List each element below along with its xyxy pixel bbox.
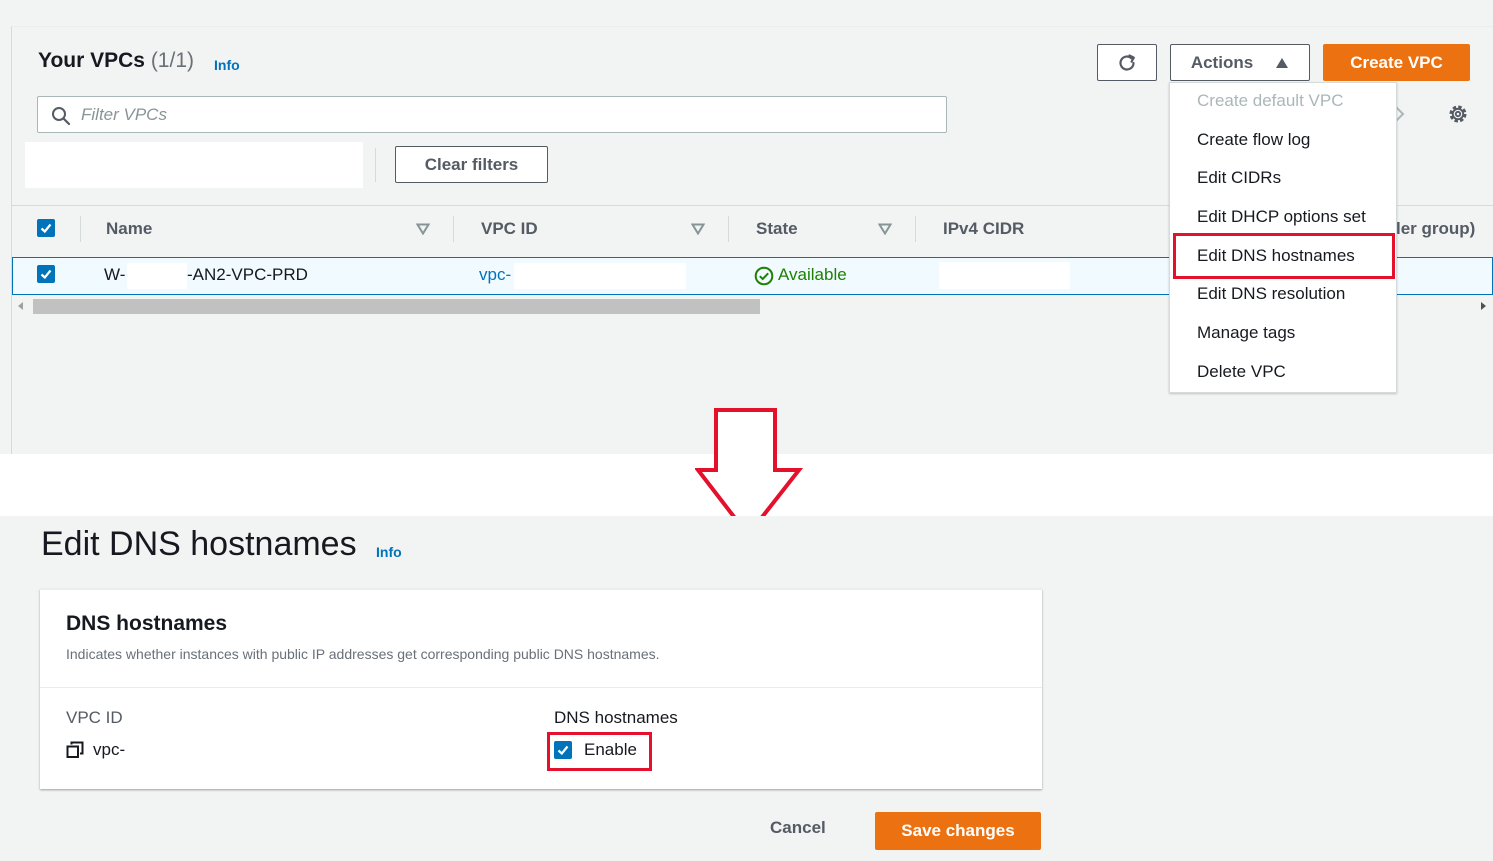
column-header-partial[interactable]: ler group) xyxy=(1396,219,1475,239)
menu-item-delete-vpc[interactable]: Delete VPC xyxy=(1197,362,1286,382)
copy-icon[interactable] xyxy=(66,741,84,759)
row-vpc-id-link[interactable]: vpc- xyxy=(479,265,511,285)
gear-icon[interactable] xyxy=(1447,103,1469,125)
column-divider xyxy=(915,216,916,242)
redacted-area xyxy=(514,263,686,289)
highlight-box xyxy=(547,732,652,771)
edit-page-title: Edit DNS hostnames xyxy=(41,525,357,563)
row-checkbox[interactable] xyxy=(37,265,55,283)
row-name-prefix: W- xyxy=(104,265,126,284)
filter-input[interactable]: Filter VPCs xyxy=(37,96,947,133)
column-header-vpc-id[interactable]: VPC ID xyxy=(481,219,538,239)
menu-item-manage-tags[interactable]: Manage tags xyxy=(1197,323,1295,343)
card-title: DNS hostnames xyxy=(66,612,228,635)
menu-item-create-default-vpc[interactable]: Create default VPC xyxy=(1197,91,1343,111)
column-header-name[interactable]: Name xyxy=(106,219,152,239)
row-name-suffix: -AN2-VPC-PRD xyxy=(187,265,308,284)
redacted-area xyxy=(127,263,187,289)
check-circle-icon xyxy=(754,266,774,286)
select-all-checkbox[interactable] xyxy=(37,219,55,237)
column-header-state[interactable]: State xyxy=(756,219,798,239)
checkmark-icon xyxy=(40,223,52,234)
sort-icon[interactable] xyxy=(416,223,430,235)
scroll-left-icon[interactable] xyxy=(17,301,25,311)
caret-up-icon xyxy=(1276,57,1289,68)
vpc-count: (1/1) xyxy=(150,49,194,72)
card-divider xyxy=(40,687,1042,688)
actions-button[interactable]: Actions xyxy=(1170,44,1310,81)
search-icon xyxy=(52,107,71,126)
info-link[interactable]: Info xyxy=(214,57,240,73)
checkmark-icon xyxy=(40,269,52,280)
filter-placeholder: Filter VPCs xyxy=(81,105,167,124)
redacted-area xyxy=(25,142,363,188)
card-description: Indicates whether instances with public … xyxy=(66,646,660,662)
column-divider xyxy=(80,216,81,242)
cancel-button[interactable]: Cancel xyxy=(770,818,826,838)
column-divider xyxy=(453,216,454,242)
menu-item-edit-cidrs[interactable]: Edit CIDRs xyxy=(1197,168,1281,188)
redacted-area xyxy=(939,262,1070,289)
vpc-id-label: VPC ID xyxy=(66,708,123,727)
refresh-icon xyxy=(1119,53,1135,71)
clear-filters-button[interactable]: Clear filters xyxy=(395,146,548,183)
row-state: Available xyxy=(778,265,847,284)
menu-item-create-flow-log[interactable]: Create flow log xyxy=(1197,130,1310,150)
info-link[interactable]: Info xyxy=(376,544,402,560)
column-header-ipv4-cidr[interactable]: IPv4 CIDR xyxy=(943,219,1024,239)
column-divider xyxy=(728,216,729,242)
vpc-id-value: vpc- xyxy=(93,740,126,759)
sort-icon[interactable] xyxy=(878,223,892,235)
divider xyxy=(375,148,376,182)
page-title-text: Your VPCs xyxy=(38,49,145,72)
menu-item-edit-dhcp-options-set[interactable]: Edit DHCP options set xyxy=(1197,207,1366,227)
dns-hostnames-label: DNS hostnames xyxy=(554,708,678,727)
sort-icon[interactable] xyxy=(691,223,705,235)
save-changes-button[interactable]: Save changes xyxy=(875,812,1041,850)
actions-button-label: Actions xyxy=(1190,52,1254,72)
highlight-box xyxy=(1173,233,1395,279)
scrollbar-thumb[interactable] xyxy=(33,299,760,314)
menu-item-edit-dns-resolution[interactable]: Edit DNS resolution xyxy=(1197,284,1345,304)
page-title: Your VPCs (1/1) xyxy=(38,49,194,73)
create-vpc-button[interactable]: Create VPC xyxy=(1323,44,1470,81)
refresh-button[interactable] xyxy=(1097,44,1157,81)
scroll-right-icon[interactable] xyxy=(1479,301,1487,311)
